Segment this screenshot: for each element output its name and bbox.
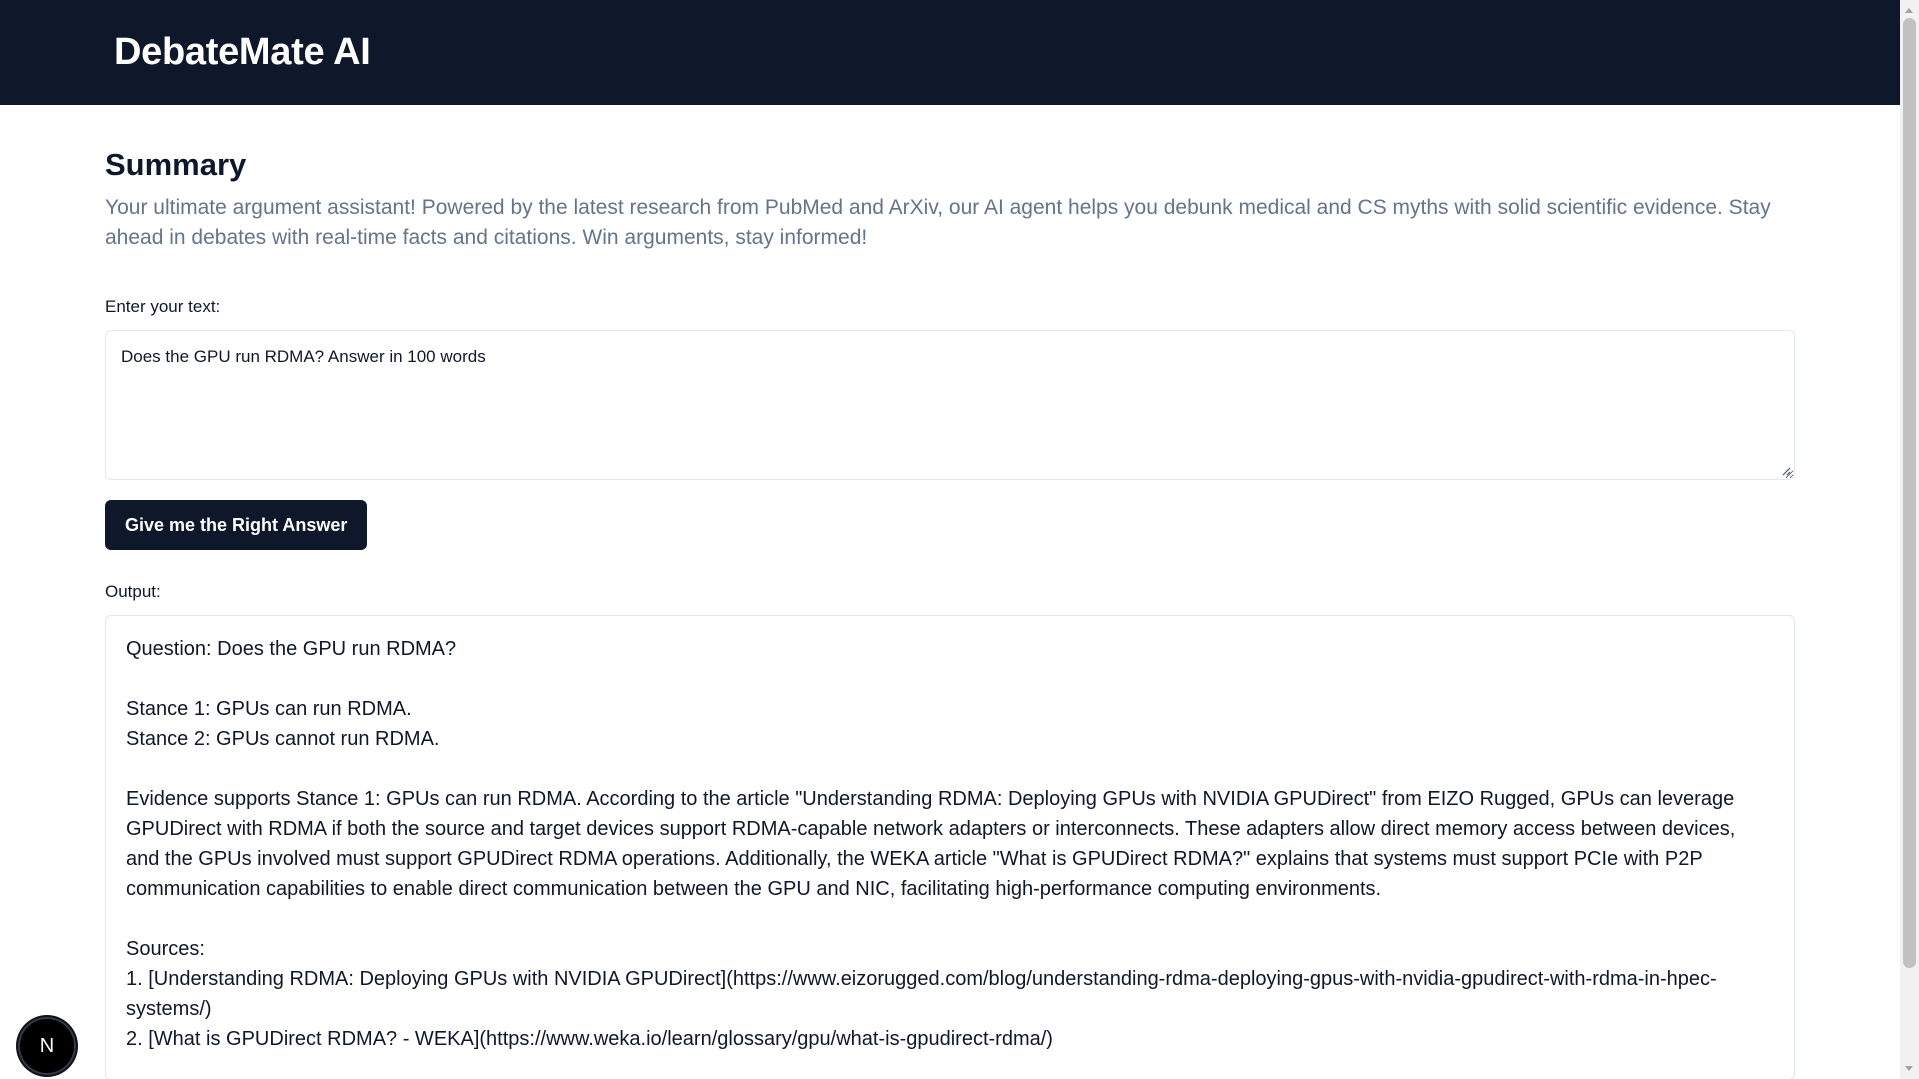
scroll-thumb[interactable] bbox=[1903, 18, 1916, 968]
scroll-down-icon[interactable] bbox=[1905, 1066, 1913, 1071]
source-item: 1. [Understanding RDMA: Deploying GPUs w… bbox=[126, 968, 1717, 1020]
source-item: 2. [What is GPUDirect RDMA? - WEKA](http… bbox=[126, 1028, 1053, 1050]
query-textarea[interactable]: Does the GPU run RDMA? Answer in 100 wor… bbox=[105, 330, 1795, 480]
summary-description: Your ultimate argument assistant! Powere… bbox=[105, 196, 1771, 249]
output-evidence: Evidence supports Stance 1: GPUs can run… bbox=[126, 788, 1736, 900]
scroll-up-icon[interactable] bbox=[1905, 8, 1913, 13]
submit-button[interactable]: Give me the Right Answer bbox=[105, 500, 368, 550]
output-label: Output: bbox=[105, 582, 161, 601]
input-label: Enter your text: bbox=[105, 297, 221, 316]
page: DebateMate AI Summary Your ultimate argu… bbox=[0, 0, 1919, 1079]
dev-badge-letter: N bbox=[39, 1035, 55, 1057]
output-stance-1: Stance 1: GPUs can run RDMA. bbox=[126, 698, 412, 720]
nextjs-logo-icon[interactable]: N bbox=[20, 1019, 74, 1073]
output-question: Question: Does the GPU run RDMA? bbox=[126, 638, 457, 660]
output-stance-2: Stance 2: GPUs cannot run RDMA. bbox=[126, 728, 440, 750]
output-panel: Question: Does the GPU run RDMA? Stance … bbox=[105, 615, 1795, 1079]
output-sources-heading: Sources: bbox=[126, 938, 205, 960]
app-header: DebateMate AI bbox=[0, 0, 1900, 105]
resize-grip-icon[interactable] bbox=[1781, 466, 1791, 476]
summary-title: Summary bbox=[105, 147, 247, 182]
app-title: DebateMate AI bbox=[114, 31, 371, 73]
page-scrollbar[interactable] bbox=[1900, 0, 1919, 1079]
